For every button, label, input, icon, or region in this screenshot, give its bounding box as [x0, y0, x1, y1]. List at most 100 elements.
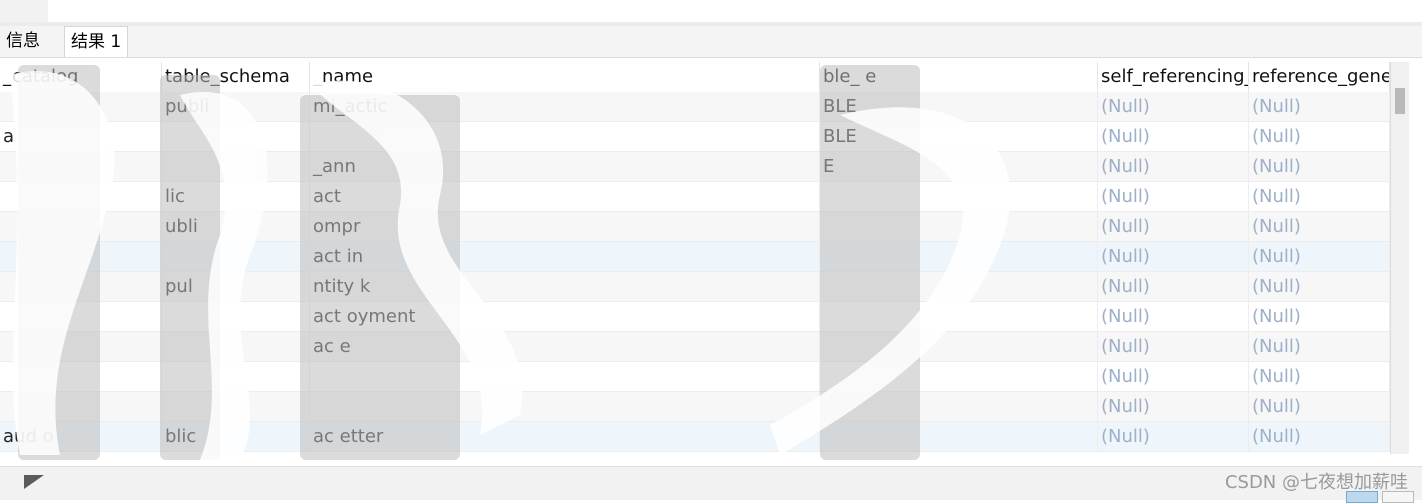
table-cell[interactable]: [820, 422, 1098, 452]
table-cell[interactable]: (Null): [1249, 152, 1390, 182]
window-top-band: [0, 0, 1422, 26]
table-cell[interactable]: (Null): [1098, 332, 1249, 362]
table-cell[interactable]: _ann: [310, 152, 820, 182]
table-cell[interactable]: (Null): [1249, 242, 1390, 272]
table-cell[interactable]: [0, 242, 162, 272]
tab-info[interactable]: 信息: [0, 26, 46, 56]
table-cell[interactable]: ompr: [310, 212, 820, 242]
table-row[interactable]: (Null) (Null): [0, 392, 1390, 422]
csdn-watermark: CSDN @七夜想加薪哇: [1224, 472, 1408, 493]
table-cell[interactable]: [162, 392, 310, 422]
table-cell[interactable]: [0, 152, 162, 182]
table-cell[interactable]: (Null): [1098, 302, 1249, 332]
table-cell[interactable]: act in: [310, 242, 820, 272]
table-row[interactable]: a BLE (Null) (Null): [0, 122, 1390, 152]
table-cell[interactable]: [162, 242, 310, 272]
column-header-table-type[interactable]: ble_ e: [820, 62, 1098, 92]
table-cell[interactable]: [0, 362, 162, 392]
table-cell[interactable]: (Null): [1098, 182, 1249, 212]
table-cell[interactable]: (Null): [1249, 302, 1390, 332]
table-cell[interactable]: [310, 122, 820, 152]
table-cell[interactable]: [310, 392, 820, 422]
table-cell[interactable]: (Null): [1249, 362, 1390, 392]
table-row[interactable]: lic act (Null) (Null): [0, 182, 1390, 212]
table-cell[interactable]: (Null): [1098, 122, 1249, 152]
table-cell[interactable]: [162, 332, 310, 362]
table-cell[interactable]: [820, 362, 1098, 392]
table-cell[interactable]: E: [820, 152, 1098, 182]
vertical-scrollbar[interactable]: [1390, 62, 1409, 454]
table-cell[interactable]: (Null): [1249, 332, 1390, 362]
table-cell[interactable]: [820, 212, 1098, 242]
table-cell[interactable]: [162, 152, 310, 182]
table-cell[interactable]: ac e: [310, 332, 820, 362]
table-cell[interactable]: [0, 92, 162, 122]
tab-result-1[interactable]: 结果 1: [64, 26, 129, 57]
table-cell[interactable]: publi: [162, 92, 310, 122]
table-cell[interactable]: [0, 182, 162, 212]
table-cell[interactable]: [820, 302, 1098, 332]
table-cell[interactable]: aud o: [0, 422, 162, 452]
table-row[interactable]: (Null) (Null): [0, 362, 1390, 392]
grid-header: _catalog table_schema _name ble_ e self_…: [0, 62, 1390, 93]
table-cell[interactable]: (Null): [1098, 242, 1249, 272]
table-row[interactable]: pul ntity k (Null) (Null): [0, 272, 1390, 302]
table-cell[interactable]: ntity k: [310, 272, 820, 302]
table-cell[interactable]: [162, 362, 310, 392]
table-row[interactable]: act in (Null) (Null): [0, 242, 1390, 272]
table-cell[interactable]: (Null): [1098, 92, 1249, 122]
table-cell[interactable]: [0, 332, 162, 362]
table-row[interactable]: ubli ompr (Null) (Null): [0, 212, 1390, 242]
table-cell[interactable]: blic: [162, 422, 310, 452]
table-row[interactable]: publi mi_actic BLE (Null) (Null): [0, 92, 1390, 122]
table-cell[interactable]: act oyment: [310, 302, 820, 332]
table-cell[interactable]: (Null): [1249, 422, 1390, 452]
table-cell[interactable]: [0, 272, 162, 302]
table-cell[interactable]: ac etter: [310, 422, 820, 452]
table-cell[interactable]: lic: [162, 182, 310, 212]
column-header-table-catalog[interactable]: _catalog: [0, 62, 162, 92]
table-cell[interactable]: (Null): [1098, 212, 1249, 242]
table-cell[interactable]: ubli: [162, 212, 310, 242]
table-cell[interactable]: (Null): [1249, 92, 1390, 122]
table-cell[interactable]: [162, 302, 310, 332]
table-cell[interactable]: (Null): [1249, 182, 1390, 212]
table-cell[interactable]: act: [310, 182, 820, 212]
table-cell[interactable]: [820, 272, 1098, 302]
column-header-table-schema[interactable]: table_schema: [162, 62, 310, 92]
table-cell[interactable]: BLE: [820, 92, 1098, 122]
table-row[interactable]: ac e (Null) (Null): [0, 332, 1390, 362]
top-left-panel: [0, 0, 48, 22]
scrollbar-thumb[interactable]: [1395, 88, 1405, 114]
table-cell[interactable]: [820, 332, 1098, 362]
table-cell[interactable]: [0, 392, 162, 422]
table-row[interactable]: aud o blic ac etter (Null) (Null): [0, 422, 1390, 452]
table-cell[interactable]: (Null): [1249, 392, 1390, 422]
table-cell[interactable]: BLE: [820, 122, 1098, 152]
table-row[interactable]: act oyment (Null) (Null): [0, 302, 1390, 332]
result-tab-bar: 信息 结果 1: [0, 26, 1422, 58]
table-cell[interactable]: [162, 122, 310, 152]
table-cell[interactable]: mi_actic: [310, 92, 820, 122]
table-cell[interactable]: [820, 242, 1098, 272]
table-cell[interactable]: (Null): [1249, 272, 1390, 302]
column-header-reference-generation[interactable]: reference_gener: [1249, 62, 1390, 92]
table-cell[interactable]: [820, 182, 1098, 212]
status-bar: [0, 466, 1422, 503]
table-cell[interactable]: [0, 212, 162, 242]
table-cell[interactable]: (Null): [1098, 422, 1249, 452]
table-cell[interactable]: (Null): [1249, 212, 1390, 242]
table-cell[interactable]: (Null): [1249, 122, 1390, 152]
table-cell[interactable]: a: [0, 122, 162, 152]
table-cell[interactable]: (Null): [1098, 392, 1249, 422]
table-cell[interactable]: (Null): [1098, 362, 1249, 392]
table-cell[interactable]: [310, 362, 820, 392]
table-cell[interactable]: (Null): [1098, 272, 1249, 302]
table-row[interactable]: _ann E (Null) (Null): [0, 152, 1390, 182]
table-cell[interactable]: pul: [162, 272, 310, 302]
column-header-self-referencing[interactable]: self_referencing_c: [1098, 62, 1249, 92]
column-header-table-name[interactable]: _name: [310, 62, 820, 92]
table-cell[interactable]: (Null): [1098, 152, 1249, 182]
table-cell[interactable]: [0, 302, 162, 332]
table-cell[interactable]: [820, 392, 1098, 422]
